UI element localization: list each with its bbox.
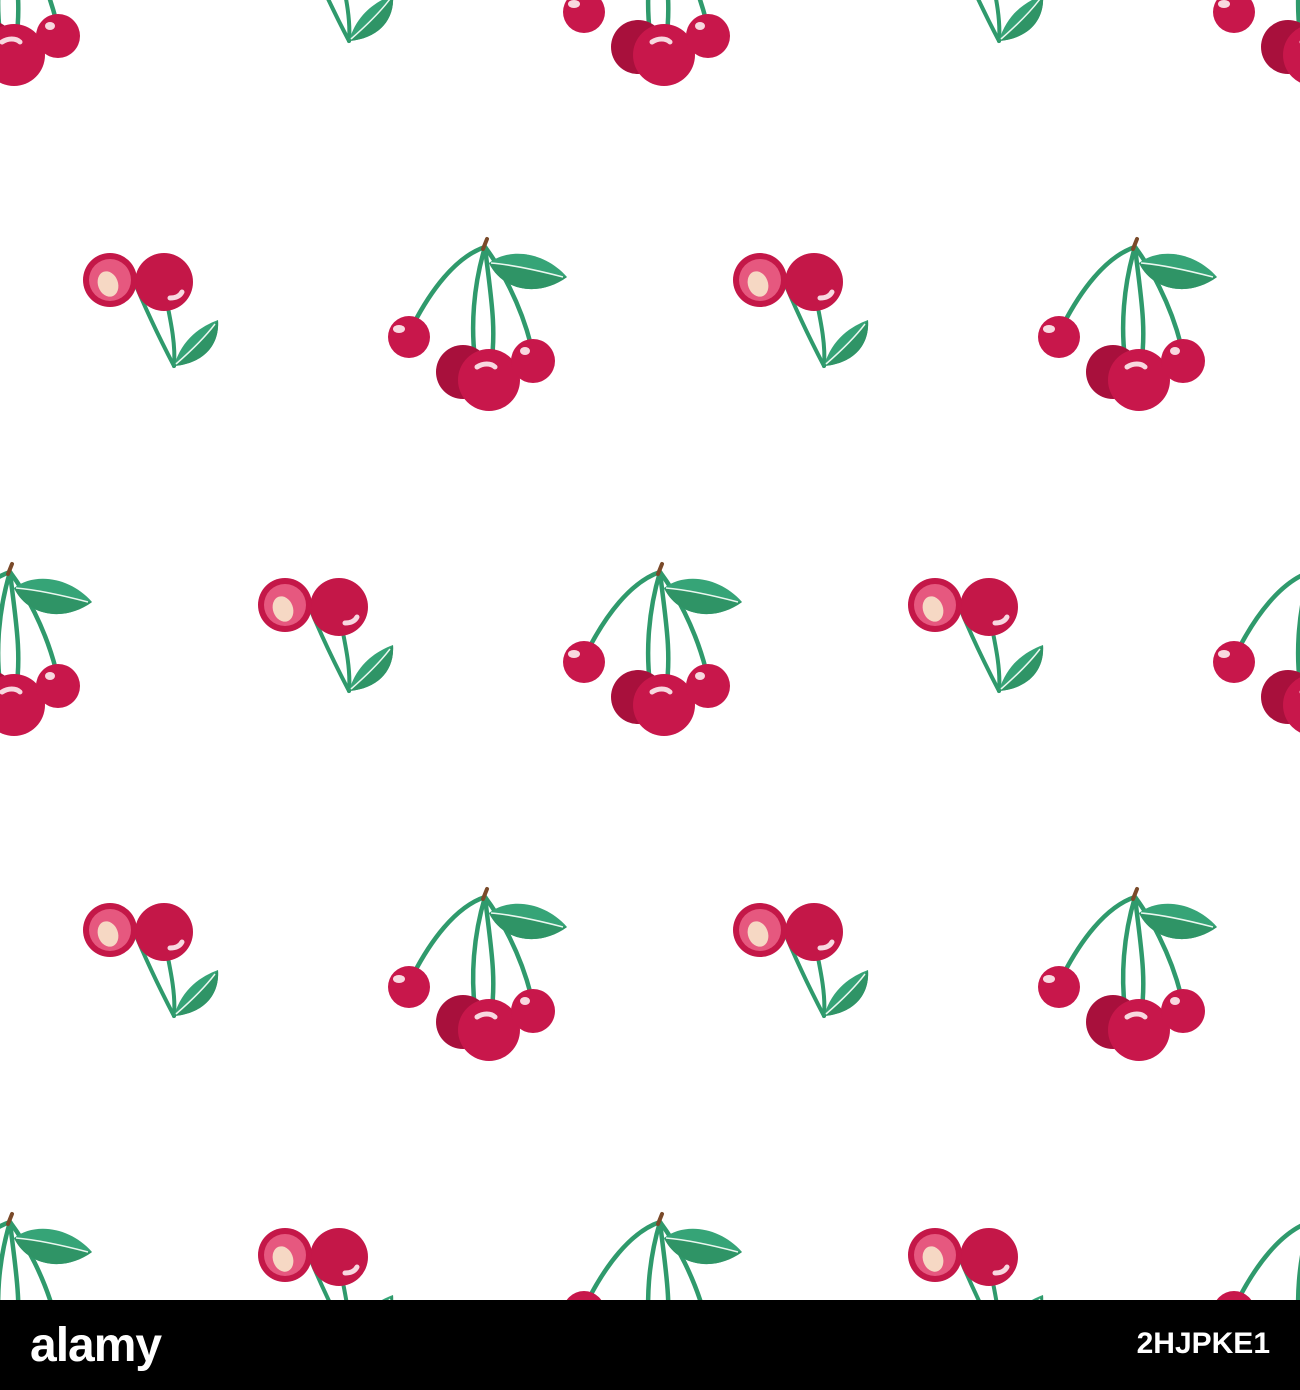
seamless-cherry-pattern — [0, 0, 1300, 1300]
pattern-tile — [0, 889, 1300, 1300]
image-id-label: 2HJPKE1 — [1136, 1327, 1270, 1360]
pattern-canvas — [0, 0, 1300, 1300]
pattern-tile — [0, 0, 1300, 86]
cherry-motif-tiles — [0, 0, 1300, 1300]
alamy-logo: alamy — [30, 1319, 162, 1372]
watermark-bar: alamy 2HJPKE1 — [0, 1300, 1300, 1390]
pattern-tile — [0, 239, 1300, 736]
